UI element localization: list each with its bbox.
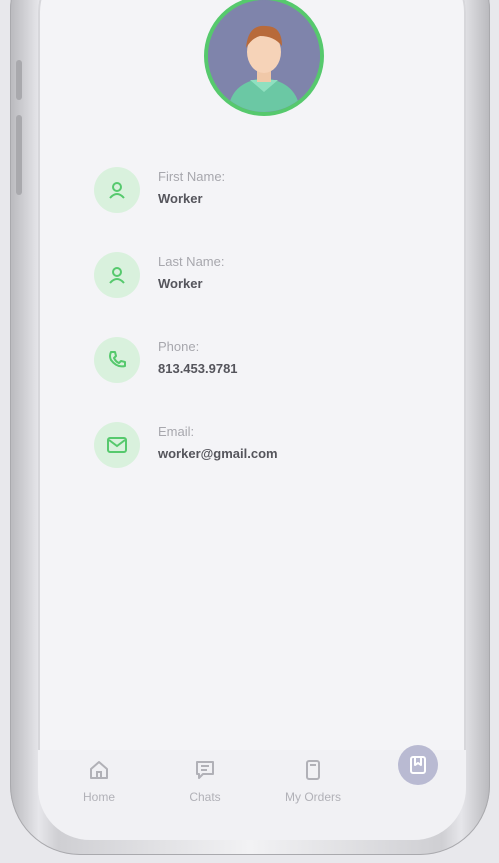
nav-my-orders-label: My Orders xyxy=(284,790,341,804)
profile-avatar xyxy=(204,0,324,116)
bottom-navigation: Home Chats My Orders xyxy=(38,745,466,840)
email-label: Email: xyxy=(158,424,195,439)
first-name-field: First Name: Worker xyxy=(94,165,424,215)
phone-field: Phone: 813.453.9781 xyxy=(94,335,424,385)
user-icon xyxy=(94,252,140,298)
app-screen: First Name: Worker Last Name: Worker Pho… xyxy=(38,0,466,840)
home-icon xyxy=(87,758,111,782)
nav-profile-active[interactable] xyxy=(398,745,438,785)
phone-side-button xyxy=(16,60,22,100)
last-name-label: Last Name: xyxy=(158,254,225,269)
nav-chats[interactable]: Chats xyxy=(160,758,250,804)
phone-icon xyxy=(94,337,140,383)
orders-icon xyxy=(301,758,325,782)
phone-value: 813.453.9781 xyxy=(158,361,238,376)
last-name-field: Last Name: Worker xyxy=(94,250,424,300)
first-name-value: Worker xyxy=(158,191,203,206)
nav-my-orders[interactable]: My Orders xyxy=(268,758,358,804)
phone-label: Phone: xyxy=(158,339,200,354)
nav-home-label: Home xyxy=(82,790,115,804)
email-value: worker@gmail.com xyxy=(158,446,278,461)
user-icon xyxy=(94,167,140,213)
chat-icon xyxy=(193,758,217,782)
bookmark-icon xyxy=(410,756,426,774)
first-name-label: First Name: xyxy=(158,169,226,184)
nav-chats-label: Chats xyxy=(189,790,221,804)
nav-home[interactable]: Home xyxy=(54,758,144,804)
last-name-value: Worker xyxy=(158,276,203,291)
mail-icon xyxy=(94,422,140,468)
phone-side-button xyxy=(16,115,22,195)
avatar-illustration xyxy=(208,0,320,112)
email-field: Email: worker@gmail.com xyxy=(94,420,424,470)
